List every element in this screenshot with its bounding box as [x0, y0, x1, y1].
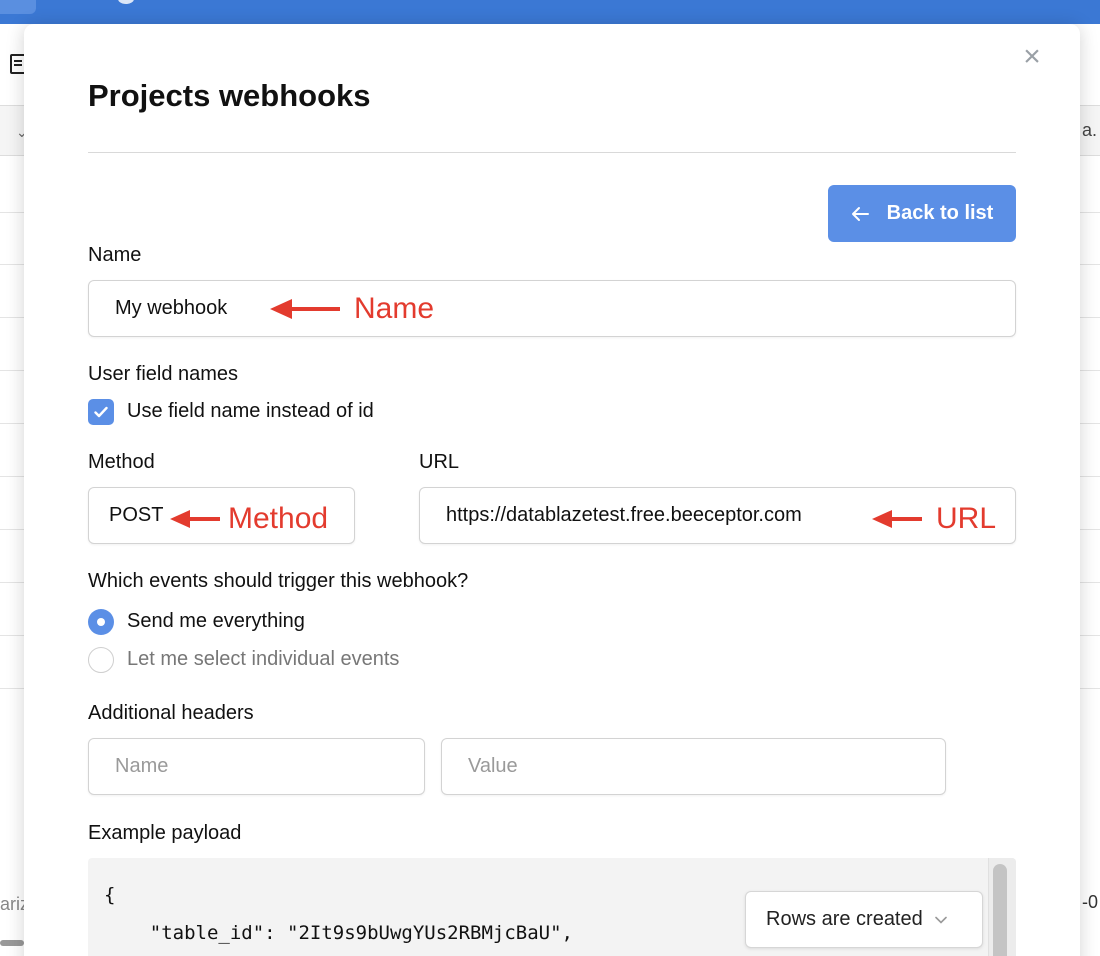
annotation-url-text: URL [936, 502, 997, 535]
radio-select-individual-text: Let me select individual events [127, 648, 400, 670]
use-field-names-checkbox[interactable] [88, 399, 114, 425]
header-name-placeholder: Name [115, 755, 169, 777]
url-input-value: https://datablazetest.free.beeceptor.com [446, 504, 802, 526]
payload-scrollbar-thumb[interactable] [993, 864, 1007, 956]
app-topbar [0, 0, 1100, 24]
title-divider [88, 152, 1016, 153]
checkmark-icon [94, 406, 108, 418]
method-label: Method [88, 451, 155, 473]
horizontal-scrollbar[interactable] [0, 940, 24, 946]
chevron-down-icon [934, 916, 947, 924]
topbar-tab[interactable] [0, 0, 36, 14]
payload-event-select[interactable]: Rows are created [745, 891, 983, 948]
name-input[interactable]: My webhook [88, 280, 1016, 337]
events-label: Which events should trigger this webhook… [88, 570, 469, 592]
header-value-placeholder: Value [468, 755, 518, 777]
radio-send-everything-text: Send me everything [127, 610, 305, 632]
back-to-list-label: Back to list [886, 202, 994, 224]
annotation-method: Method [170, 502, 328, 536]
method-value: POST [109, 504, 164, 526]
annotation-method-text: Method [228, 502, 329, 535]
header-value-input[interactable]: Value [441, 738, 946, 795]
radio-send-everything[interactable] [88, 609, 114, 635]
annotation-arrow-icon [872, 510, 922, 528]
arrow-left-icon [851, 206, 869, 221]
radio-select-individual[interactable] [88, 647, 114, 673]
name-input-value: My webhook [115, 297, 228, 319]
user-field-names-label: User field names [88, 363, 239, 385]
annotation-name-text: Name [354, 292, 435, 325]
use-field-names-text: Use field name instead of id [127, 400, 374, 422]
annotation-arrow-icon [270, 299, 340, 319]
close-icon[interactable]: × [1020, 42, 1044, 72]
headers-label: Additional headers [88, 702, 254, 724]
payload-code: { "table_id": "2It9s9bUwgYUs2RBMjcBaU", … [104, 884, 573, 944]
payload-event-select-value: Rows are created [766, 908, 923, 930]
modal-title: Projects webhooks [88, 78, 371, 113]
annotation-arrow-icon [170, 510, 220, 528]
topbar-logo-icon [118, 0, 134, 4]
cell-text-partial: -0 [1082, 892, 1099, 912]
payload-label: Example payload [88, 822, 242, 844]
annotation-url: URL [872, 502, 996, 536]
example-payload: { "table_id": "2It9s9bUwgYUs2RBMjcBaU", … [88, 858, 1016, 956]
name-label: Name [88, 244, 142, 266]
annotation-name: Name [270, 292, 434, 326]
webhooks-modal: × Projects webhooks Back to list Name My… [24, 24, 1080, 956]
column-header-partial: a. [1082, 120, 1098, 140]
url-label: URL [419, 451, 460, 473]
back-to-list-button[interactable]: Back to list [828, 185, 1016, 242]
header-name-input[interactable]: Name [88, 738, 425, 795]
